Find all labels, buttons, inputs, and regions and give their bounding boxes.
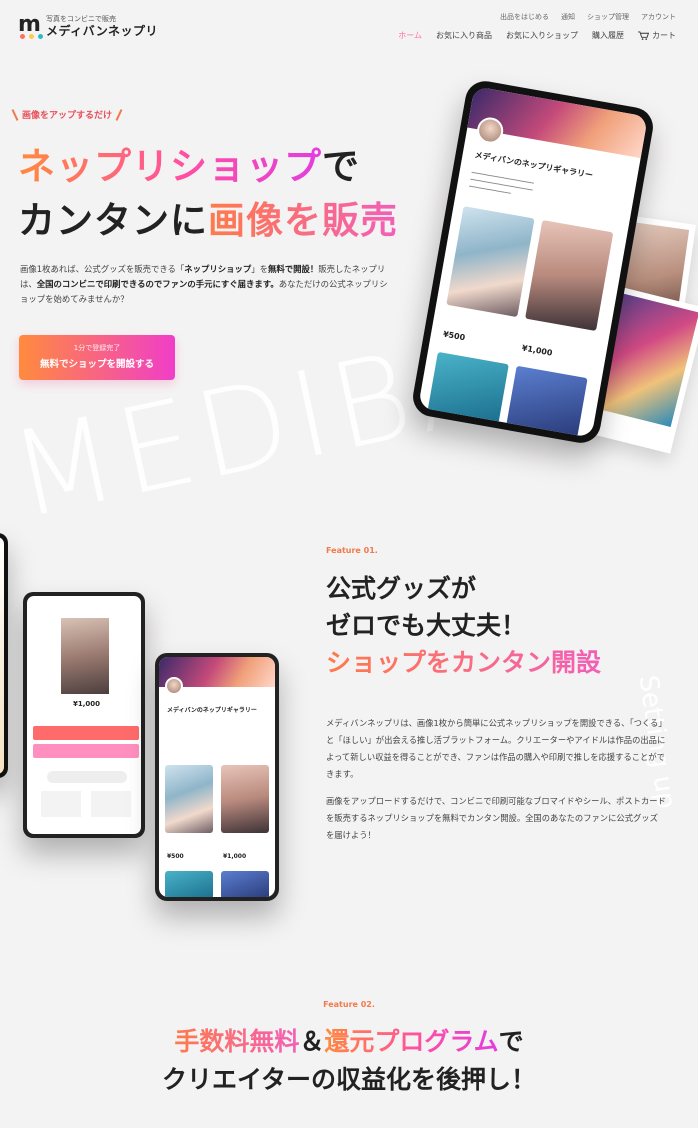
feature-1-title-line: ゼロでも大丈夫！ [326, 611, 527, 640]
feature-1-paragraph: メディバンネップリは、画像1枚から簡単に公式ネップリショップを開設できる、「つく… [326, 718, 666, 779]
main-navigation: ホーム お気に入り商品 お気に入りショップ 購入履歴 カート [398, 30, 676, 41]
nav-purchase-history[interactable]: 購入履歴 [592, 30, 624, 41]
feature-2-title-text: で [498, 1027, 524, 1056]
logo-tagline: 写真をコンビニで販売 [46, 14, 116, 23]
logo-mark-icon: m [18, 14, 43, 39]
info-card [91, 791, 131, 817]
open-shop-button[interactable]: 1分で登録完了 無料でショップを開設する [19, 335, 175, 380]
hero-desc-bold: ネップリショップ [184, 264, 252, 274]
shop-phone-mockup: ¥1,000 [23, 592, 145, 838]
cta-label: 無料でショップを開設する [39, 359, 154, 370]
product-price: ¥1,000 [73, 700, 101, 708]
hero-desc-bold: 全国のコンビニで印刷できるのでファンの手元にすぐ届きます。 [36, 279, 279, 289]
subnav-notifications[interactable]: 通知 [561, 12, 575, 22]
nav-cart[interactable]: カート [638, 30, 676, 41]
slash-decoration-icon [11, 108, 19, 121]
hero-desc-bold: 無料で開設！ [268, 264, 319, 274]
site-logo[interactable]: m 写真をコンビニで販売 メディバンネップリ [18, 14, 159, 39]
feature-1-label: Feature 01. [326, 546, 378, 555]
feature-2-title-highlight: 手数料無料 [174, 1027, 300, 1056]
info-pill [47, 771, 127, 783]
product-thumbnail[interactable] [165, 871, 213, 897]
hero-title-highlight-2: 画像を販売 [208, 199, 398, 242]
gallery-name: メディバンのネップリギャラリー [167, 707, 257, 714]
feature-1-paragraph: 画像をアップロードするだけで、コンビニで印刷可能なブロマイドやシール、ポストカー… [326, 796, 666, 840]
feature-1-body: メディバンネップリは、画像1枚から簡単に公式ネップリショップを開設できる、「つく… [326, 715, 666, 854]
slash-decoration-icon [115, 108, 123, 121]
nav-favorite-products[interactable]: お気に入り商品 [436, 30, 492, 41]
hero-title: ネップリショップで カンタンに画像を販売 [18, 140, 398, 248]
product-price: ¥500 [442, 329, 466, 343]
hero-title-highlight-1: ネップリショップ [18, 145, 322, 188]
cta-subtext: 1分で登録完了 [73, 344, 121, 352]
hero-description: 画像1枚あれば、公式グッズを販売できる「ネップリショップ」を無料で開設！販売した… [20, 262, 390, 307]
product-thumbnail[interactable] [221, 765, 269, 833]
subnav-start-selling[interactable]: 出品をはじめる [500, 12, 549, 22]
product-thumbnail[interactable] [221, 871, 269, 897]
product-price: ¥1,000 [223, 853, 247, 860]
product-thumbnail[interactable] [525, 220, 614, 331]
nav-favorite-shops[interactable]: お気に入りショップ [506, 30, 578, 41]
feature-1-title: 公式グッズが ゼロでも大丈夫！ ショップをカンタン開設 [326, 570, 601, 681]
feature-2-title-text: ＆ [299, 1027, 325, 1056]
product-thumbnail[interactable] [165, 765, 213, 833]
logo-name: メディバンネップリ [46, 23, 159, 38]
hero-desc-part: 」を [251, 264, 269, 274]
feature-2-title: 手数料無料＆還元プログラムで クリエイターの収益化を後押し！ [0, 1023, 698, 1099]
nav-home[interactable]: ホーム [398, 30, 422, 41]
page: MEDIBA Setting up m 写真をコンビニで販売 メディバンネップリ… [0, 0, 698, 1128]
cart-icon [638, 31, 649, 40]
feature-2-title-highlight: 還元プログラム [324, 1027, 499, 1056]
product-thumbnail[interactable] [506, 365, 588, 438]
product-price: ¥1,000 [521, 343, 554, 358]
subnav-account[interactable]: アカウント [641, 12, 676, 22]
hero-title-text-1: で [322, 145, 360, 188]
product-thumbnail[interactable] [446, 206, 535, 318]
hero-tag-text: 画像をアップするだけ [22, 111, 113, 121]
product-thumbnail[interactable] [427, 351, 509, 424]
left-phone-mockup [0, 533, 8, 778]
cart-label: カート [652, 31, 676, 40]
info-card [41, 791, 81, 817]
gallery-phone-mockup: メディバンのネップリギャラリー ¥500 ¥1,000 [155, 653, 279, 901]
product-image [61, 618, 109, 694]
buy-option-button[interactable] [33, 744, 139, 758]
hero-tagline: 画像をアップするだけ [11, 108, 123, 121]
hero-title-text-2: カンタンに [18, 199, 208, 242]
feature-2-label: Feature 02. [323, 1000, 375, 1009]
sub-navigation: 出品をはじめる 通知 ショップ管理 アカウント [500, 12, 676, 22]
feature-1-title-line: 公式グッズが [326, 574, 477, 603]
hero-desc-part: 画像1枚あれば、公式グッズを販売できる「 [20, 264, 185, 274]
gallery-avatar [165, 677, 183, 695]
product-price: ¥500 [167, 853, 184, 860]
feature-1-title-highlight: ショップをカンタン開設 [326, 648, 602, 677]
buy-option-button[interactable] [33, 726, 139, 740]
feature-2-title-line: クリエイターの収益化を後押し！ [161, 1065, 536, 1094]
subnav-shop-management[interactable]: ショップ管理 [587, 12, 629, 22]
